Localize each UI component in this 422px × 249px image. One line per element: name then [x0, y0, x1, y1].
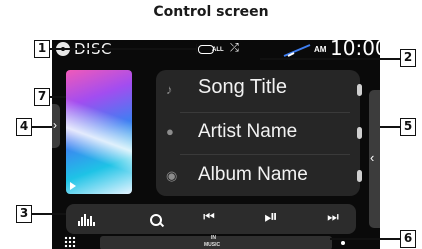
album-row: ◉ Album Name [156, 154, 362, 196]
callout-1-bracket [196, 44, 197, 54]
music-indicator: MUSIC [204, 242, 221, 248]
title-scroll-mark [357, 84, 362, 96]
album-disc-icon: ◉ [166, 168, 178, 183]
right-panel-tab[interactable]: ‹ [369, 90, 380, 228]
control-screen: DISC ALL ⤮ AM 10:00 ♪ Song Title ● Artis… [52, 40, 380, 249]
equalizer-icon[interactable] [78, 214, 96, 226]
song-title: Song Title [198, 76, 287, 98]
play-pause-icon[interactable]: ⏯ [256, 207, 286, 227]
artwork-play-icon [70, 182, 76, 190]
callout-6: 6 [400, 230, 416, 248]
callout-7: 7 [34, 88, 50, 106]
page-indicator-dot [341, 241, 345, 245]
chevron-left-icon: ‹ [370, 150, 375, 165]
album-scroll-mark [357, 170, 362, 182]
callout-1: 1 [34, 40, 50, 58]
track-info-panel[interactable]: ♪ Song Title ● Artist Name ◉ Album Name [156, 70, 362, 196]
callout-2: 2 [400, 49, 416, 67]
menu-grid-icon[interactable] [64, 236, 76, 248]
callout-4: 4 [16, 118, 32, 136]
callout-2-leader [260, 58, 400, 60]
top-bar: DISC ALL ⤮ AM 10:00 [52, 40, 380, 64]
artist-scroll-mark [357, 127, 362, 139]
playback-control-bar: ⏮ ⏯ ⏭ [66, 204, 356, 234]
page-heading: Control screen [153, 4, 269, 20]
status-area: IN MUSIC [100, 235, 332, 249]
artist-icon: ● [166, 124, 174, 139]
left-panel-tab[interactable]: › [52, 104, 60, 148]
repeat-mode-label: ALL [212, 47, 224, 53]
music-note-icon: ♪ [166, 82, 173, 97]
callout-3-leader [32, 213, 66, 215]
chevron-right-icon: › [53, 118, 57, 132]
clock: 10:00 [330, 40, 380, 60]
search-icon[interactable] [150, 214, 162, 226]
album-artwork[interactable] [66, 70, 132, 194]
callout-7-leader [50, 96, 66, 98]
artist-name: Artist Name [198, 121, 298, 142]
previous-track-icon[interactable]: ⏮ [194, 209, 224, 225]
next-track-icon[interactable]: ⏭ [318, 209, 348, 225]
shuffle-icon[interactable]: ⤮ [230, 42, 239, 55]
am-label: AM [314, 45, 327, 54]
callout-5-leader [380, 126, 400, 128]
artist-row: ● Artist Name [156, 112, 362, 154]
callout-3: 3 [16, 205, 32, 223]
callout-5: 5 [400, 118, 416, 136]
callout-6-leader [330, 238, 400, 240]
callout-4-leader [32, 126, 52, 128]
callout-1-leader [50, 48, 196, 50]
title-row: ♪ Song Title [156, 70, 362, 112]
in-indicator: IN [211, 235, 216, 241]
album-name: Album Name [198, 164, 308, 185]
